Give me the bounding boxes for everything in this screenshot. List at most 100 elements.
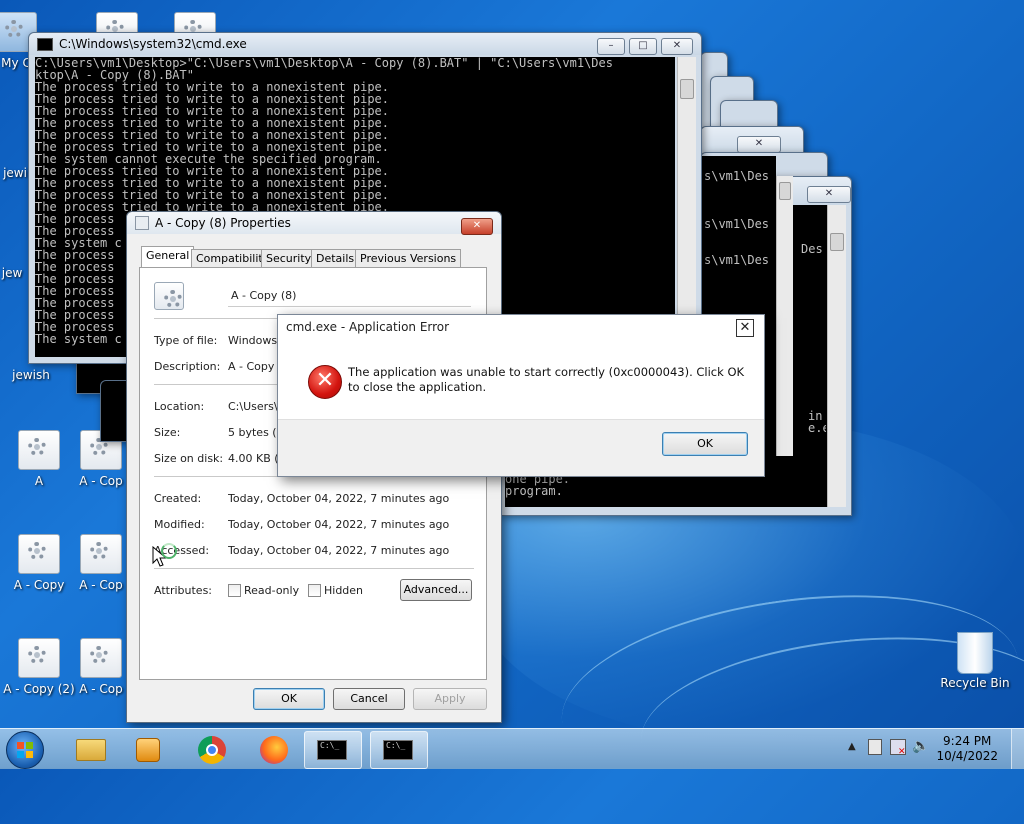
accessed-value: Today, October 04, 2022, 7 minutes ago (228, 544, 450, 557)
desktop-icon-label: A (34, 474, 44, 488)
error-icon: ✕ (308, 365, 342, 399)
clock-date: 10/4/2022 (936, 749, 998, 763)
taskbar-cmd-2[interactable]: C:\_ (370, 731, 428, 769)
busy-cursor-icon (161, 543, 177, 559)
cmd-icon: C:\_ (383, 740, 413, 760)
console-line: Des (801, 242, 823, 256)
console-line: program. (505, 484, 563, 498)
attributes-label: Attributes: (154, 584, 213, 597)
desktop-icon-label: A - Cop (79, 474, 123, 488)
desktop-icon-a-copy[interactable]: A - Cop (76, 638, 126, 696)
firefox-icon (260, 736, 288, 764)
tab-security[interactable]: Security (261, 249, 317, 269)
system-tray: ▲ ✕ 🔈 9:24 PM 10/4/2022 (834, 729, 1024, 769)
readonly-label: Read-only (244, 584, 300, 597)
close-button[interactable]: ✕ (461, 218, 493, 235)
location-label: Location: (154, 400, 205, 413)
desktop-icon-recycle-bin[interactable]: Recycle Bin (938, 632, 1012, 690)
tab-general[interactable]: General (141, 246, 195, 269)
desktop-icon-label: jewish (12, 368, 50, 382)
console-line: e.e (808, 421, 826, 435)
taskbar-media-player[interactable] (120, 731, 176, 767)
clock[interactable]: 9:24 PM 10/4/2022 (936, 734, 998, 764)
application-error-dialog[interactable]: cmd.exe - Application Error ✕ ✕ The appl… (277, 314, 765, 477)
description-value: A - Copy (228, 360, 275, 373)
readonly-checkbox[interactable] (228, 584, 241, 597)
close-button[interactable]: ✕ (737, 136, 781, 153)
maximize-button[interactable]: □ (629, 38, 657, 55)
tab-previous-versions[interactable]: Previous Versions (355, 249, 462, 269)
window-title: C:\Windows\system32\cmd.exe (59, 37, 247, 51)
taskbar-cmd-1[interactable]: C:\_ (304, 731, 362, 769)
type-value: Windows (228, 334, 278, 347)
error-message: The application was unable to start corr… (348, 365, 745, 394)
vertical-scrollbar[interactable] (776, 176, 793, 456)
scrollbar-thumb[interactable] (830, 233, 844, 251)
vertical-scrollbar[interactable] (677, 57, 696, 357)
window-title: A - Copy (8) Properties (155, 216, 291, 230)
dialog-titlebar[interactable]: cmd.exe - Application Error ✕ (278, 315, 764, 339)
file-icon (17, 430, 61, 470)
window-titlebar[interactable]: C:\Windows\system32\cmd.exe – □ ✕ (29, 33, 701, 55)
folder-icon (76, 739, 106, 761)
volume-icon[interactable]: 🔈 (912, 738, 929, 754)
close-button[interactable]: ✕ (661, 38, 693, 55)
scrollbar-thumb[interactable] (680, 79, 694, 99)
chrome-icon (198, 736, 226, 764)
console-line: s\vm1\Des (704, 253, 770, 267)
tab-details[interactable]: Details (311, 249, 360, 269)
desktop-icon-label: Recycle Bin (940, 676, 1010, 690)
desktop-icon-label: A - Cop (79, 682, 123, 696)
taskbar-firefox[interactable] (246, 731, 302, 767)
cmd-app-icon (37, 37, 53, 51)
taskbar: C:\_ C:\_ ▲ ✕ 🔈 9:24 PM 10/4/2022 (0, 728, 1024, 769)
hidden-label: Hidden (324, 584, 364, 597)
hidden-checkbox[interactable] (308, 584, 321, 597)
taskbar-chrome[interactable] (184, 731, 240, 767)
desktop-icon-label: A - Copy (13, 578, 65, 592)
dialog-title: cmd.exe - Application Error (286, 320, 450, 334)
location-value: C:\Users\ (228, 400, 278, 413)
desktop-icon-label: jew (1, 266, 23, 280)
file-icon (79, 534, 123, 574)
network-error-icon: ✕ (898, 747, 906, 757)
apply-button[interactable]: Apply (413, 688, 487, 710)
clock-time: 9:24 PM (943, 734, 992, 748)
file-icon (79, 638, 123, 678)
console-output[interactable]: in e.e (804, 404, 826, 444)
ok-button[interactable]: OK (253, 688, 325, 710)
action-center-icon[interactable] (868, 739, 882, 755)
size-on-disk-label: Size on disk: (154, 452, 224, 465)
minimize-button[interactable]: – (597, 38, 625, 55)
show-desktop-button[interactable] (1011, 729, 1024, 769)
file-icon (135, 216, 149, 230)
recycle-bin-icon (953, 632, 997, 674)
window-titlebar[interactable]: ✕ (701, 127, 803, 155)
error-ok-button[interactable]: OK (662, 432, 748, 456)
window-titlebar[interactable]: A - Copy (8) Properties ✕ (127, 212, 501, 235)
console-line: s\vm1\Des (704, 217, 770, 231)
desktop-icon-a-copy-2[interactable]: A - Copy (2) (2, 638, 76, 696)
file-name-field[interactable]: A - Copy (8) (228, 286, 471, 307)
windows-logo-icon (17, 742, 33, 758)
desktop-icon-label: A - Cop (79, 578, 123, 592)
desktop-icon-label: My C (1, 56, 31, 70)
desktop-icon-a[interactable]: A (2, 430, 76, 488)
show-hidden-icons-icon[interactable]: ▲ (848, 741, 856, 752)
cancel-button[interactable]: Cancel (333, 688, 405, 710)
close-button[interactable]: ✕ (736, 319, 754, 337)
type-label: Type of file: (154, 334, 218, 347)
advanced-button[interactable]: Advanced... (400, 579, 472, 601)
media-player-icon (136, 738, 160, 762)
size-label: Size: (154, 426, 181, 439)
file-type-icon (154, 282, 184, 310)
close-button[interactable]: ✕ (807, 186, 851, 203)
desktop-icon-a-copy[interactable]: A - Cop (76, 534, 126, 592)
modified-value: Today, October 04, 2022, 7 minutes ago (228, 518, 450, 531)
desktop-icon-a-copy[interactable]: A - Copy (2, 534, 76, 592)
start-button[interactable] (6, 731, 44, 769)
modified-label: Modified: (154, 518, 205, 531)
scrollbar-thumb[interactable] (779, 182, 791, 200)
vertical-scrollbar[interactable] (827, 205, 846, 507)
taskbar-explorer[interactable] (62, 731, 118, 767)
